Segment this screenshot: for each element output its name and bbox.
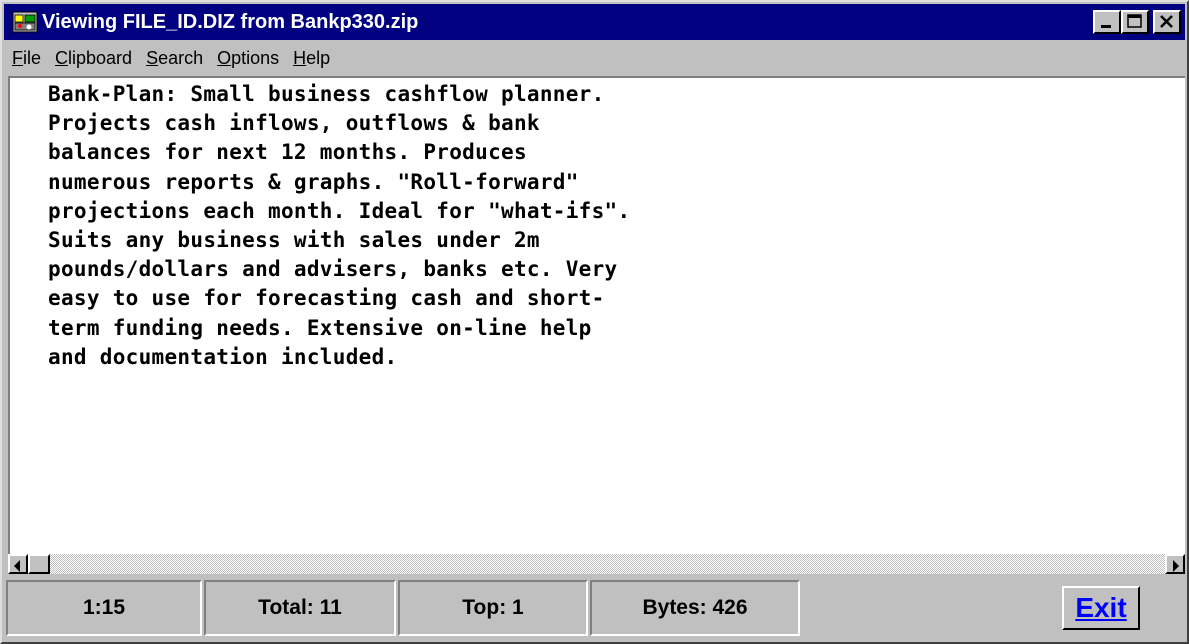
text-view[interactable]: Bank-Plan: Small business cashflow plann… [8,76,1185,554]
viewer-app-icon[interactable] [12,9,38,35]
status-bytes: Bytes: 426 [590,580,800,636]
text-line: easy to use for forecasting cash and sho… [48,286,605,311]
text-line: and documentation included. [48,344,398,369]
minimize-icon[interactable] [1093,10,1121,34]
viewer-window: Viewing FILE_ID.DIZ from Bankp330.zip Fi… [0,0,1189,644]
maximize-icon[interactable] [1121,10,1149,34]
close-icon[interactable] [1153,10,1181,34]
menu-item-search[interactable]: Search [140,48,209,69]
scroll-left-button[interactable] [8,554,28,574]
horizontal-scrollbar[interactable] [8,554,1185,574]
scroll-right-button[interactable] [1165,554,1185,574]
arrow-left-icon [14,560,20,572]
status-top: Top: 1 [398,580,588,636]
text-line: Bank-Plan: Small business cashflow plann… [48,82,605,106]
status-total: Total: 11 [204,580,396,636]
text-line: Suits any business with sales under 2m [48,228,540,253]
window-controls [1093,10,1181,34]
text-line: Projects cash inflows, outflows & bank [48,111,540,136]
menu-item-options[interactable]: Options [211,48,285,69]
menu-bar: File Clipboard Search Options Help [4,42,1185,74]
window-title: Viewing FILE_ID.DIZ from Bankp330.zip [42,11,419,33]
text-line: projections each month. Ideal for "what-… [48,198,631,223]
menu-item-clipboard[interactable]: Clipboard [49,48,138,69]
status-position: 1:15 [6,580,202,636]
menu-item-file[interactable]: File [6,48,47,69]
text-line: term funding needs. Extensive on-line he… [48,315,592,340]
title-bar[interactable]: Viewing FILE_ID.DIZ from Bankp330.zip [4,4,1185,40]
exit-label: Exit [1075,592,1127,623]
scroll-thumb[interactable] [28,554,50,574]
file-contents: Bank-Plan: Small business cashflow plann… [48,80,630,372]
text-line: pounds/dollars and advisers, banks etc. … [48,257,618,282]
menu-item-help[interactable]: Help [287,48,336,69]
exit-button[interactable]: Exit [1062,586,1140,630]
arrow-right-icon [1173,560,1179,572]
status-bar: 1:15 Total: 11 Top: 1 Bytes: 426 Exit [4,576,1185,642]
text-line: balances for next 12 months. Produces [48,140,527,165]
text-line: numerous reports & graphs. "Roll-forward… [48,169,579,194]
